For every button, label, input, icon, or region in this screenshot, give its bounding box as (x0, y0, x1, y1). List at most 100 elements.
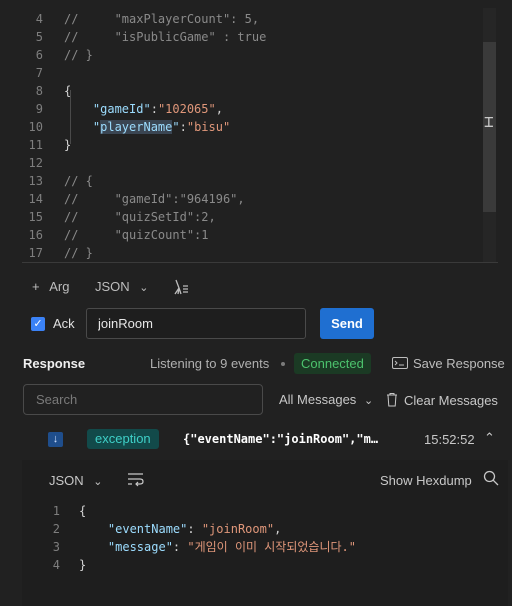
code-line: "message": "게임이 이미 시작되었습니다." (79, 538, 356, 556)
detail-format-label: JSON (49, 473, 84, 488)
search-input[interactable] (23, 384, 263, 415)
code-token: "bisu" (186, 120, 231, 134)
add-arg-button[interactable]: + Arg (32, 278, 69, 296)
code-token: } (79, 558, 87, 572)
line-number: 15 (28, 210, 43, 224)
line-number: 17 (28, 246, 43, 260)
editor-divider (22, 262, 498, 263)
line-number: 13 (28, 174, 43, 188)
code-token: { (79, 504, 87, 518)
line-number: 6 (35, 48, 43, 62)
code-line: // } (64, 46, 93, 64)
code-line: "playerName":"bisu" (64, 118, 230, 136)
code-token: // "gameId":"964196", (64, 192, 245, 206)
broom-icon (174, 279, 188, 295)
save-response-icon (392, 357, 408, 369)
code-token: "message" (79, 540, 173, 554)
chevron-down-icon: ⌄ (139, 282, 149, 294)
save-response-button[interactable]: Save Response (392, 356, 505, 371)
event-timestamp: 15:52:52 (424, 432, 475, 447)
code-token: "102065" (157, 102, 216, 116)
line-number: 1 (52, 504, 60, 518)
event-row[interactable]: ↓ exception {"eventName":"joinRoom","m… … (22, 424, 508, 456)
clear-messages-label: Clear Messages (404, 393, 498, 408)
code-token: // } (64, 246, 93, 260)
message-editor[interactable]: 4 // "maxPlayerCount": 5, 5 // "isPublicGam… (0, 8, 497, 262)
format-label: JSON (95, 279, 130, 294)
format-dropdown[interactable]: JSON ⌄ (95, 278, 149, 296)
line-number: 14 (28, 192, 43, 206)
event-detail-panel: JSON ⌄ Show Hexdump 1 {2 "eventName": "jo… (22, 460, 508, 606)
text-cursor-icon: ⌶ (484, 112, 494, 131)
plus-icon: + (32, 279, 40, 294)
chevron-up-icon[interactable]: ⌃ (484, 430, 495, 446)
code-token: // { (64, 174, 93, 188)
trash-icon (387, 393, 397, 407)
code-line: // } (64, 244, 93, 262)
code-token: : (187, 522, 202, 536)
code-line: // "quizSetId":2, (64, 208, 216, 226)
code-token: : (179, 120, 187, 134)
code-line: // "quizCount":1 (64, 226, 209, 244)
listening-count: Listening to 9 events (150, 356, 270, 371)
line-number: 4 (35, 12, 43, 26)
code-token: "joinRoom" (201, 522, 275, 536)
line-number: 3 (52, 540, 60, 554)
code-line: "gameId":"102065", (64, 100, 223, 118)
code-token: " (172, 120, 180, 134)
event-type-badge: exception (87, 429, 159, 449)
code-line: // "isPublicGame" : true (64, 28, 266, 46)
code-token: // "maxPlayerCount": 5, (64, 12, 260, 26)
code-token: // "quizSetId":2, (64, 210, 216, 224)
code-line: // { (64, 172, 93, 190)
line-number: 12 (28, 156, 43, 170)
clear-broom-icon[interactable] (172, 278, 190, 296)
chevron-down-icon: ⌄ (93, 476, 103, 488)
wrap-lines-icon (128, 473, 144, 487)
clear-messages-button[interactable]: Clear Messages (386, 392, 498, 408)
line-number: 7 (35, 66, 43, 80)
line-number: 4 (52, 558, 60, 572)
code-token: : (172, 540, 188, 554)
code-token: : (150, 102, 158, 116)
incoming-arrow-icon: ↓ (48, 432, 63, 447)
send-button[interactable]: Send (320, 308, 374, 339)
search-icon (483, 470, 499, 486)
event-preview: {"eventName":"joinRoom","m… (183, 432, 379, 446)
show-hexdump-button[interactable]: Show Hexdump (380, 473, 472, 488)
line-number: 8 (35, 84, 43, 98)
code-token: playerName (100, 120, 173, 134)
code-line: // "gameId":"964196", (64, 190, 245, 208)
status-badge: Connected (294, 353, 371, 374)
code-token: // "isPublicGame" : true (64, 30, 267, 44)
detail-toolbar: JSON ⌄ Show Hexdump (22, 460, 508, 500)
detail-search-button[interactable] (483, 470, 499, 489)
code-token: "gameId" (64, 102, 151, 116)
ack-label: Ack (53, 316, 75, 331)
code-line: { (79, 502, 86, 520)
code-token: , (274, 522, 282, 536)
response-title: Response (23, 356, 86, 371)
line-number: 10 (28, 120, 43, 134)
code-token: "게임이 이미 시작되었습니다." (187, 540, 356, 554)
separator-dot (281, 362, 285, 366)
code-line: } (79, 556, 86, 574)
detail-format-dropdown[interactable]: JSON ⌄ (49, 473, 103, 488)
code-token: // } (64, 48, 93, 62)
code-token: // "quizCount":1 (64, 228, 209, 242)
event-name-input[interactable] (86, 308, 306, 339)
ack-checkbox[interactable]: ✓ (31, 317, 45, 331)
line-number: 16 (28, 228, 43, 242)
line-number: 2 (52, 522, 60, 536)
word-wrap-button[interactable] (127, 471, 145, 490)
line-number: 11 (28, 138, 43, 152)
message-filter-label: All Messages (279, 392, 357, 407)
save-response-label: Save Response (413, 356, 505, 371)
line-number: 5 (35, 30, 43, 44)
indent-guide (70, 90, 71, 144)
code-token: "eventName" (79, 522, 188, 536)
line-number: 9 (35, 102, 43, 116)
code-line: "eventName": "joinRoom", (79, 520, 281, 538)
message-filter-dropdown[interactable]: All Messages ⌄ (279, 392, 373, 407)
chevron-down-icon: ⌄ (363, 395, 374, 407)
